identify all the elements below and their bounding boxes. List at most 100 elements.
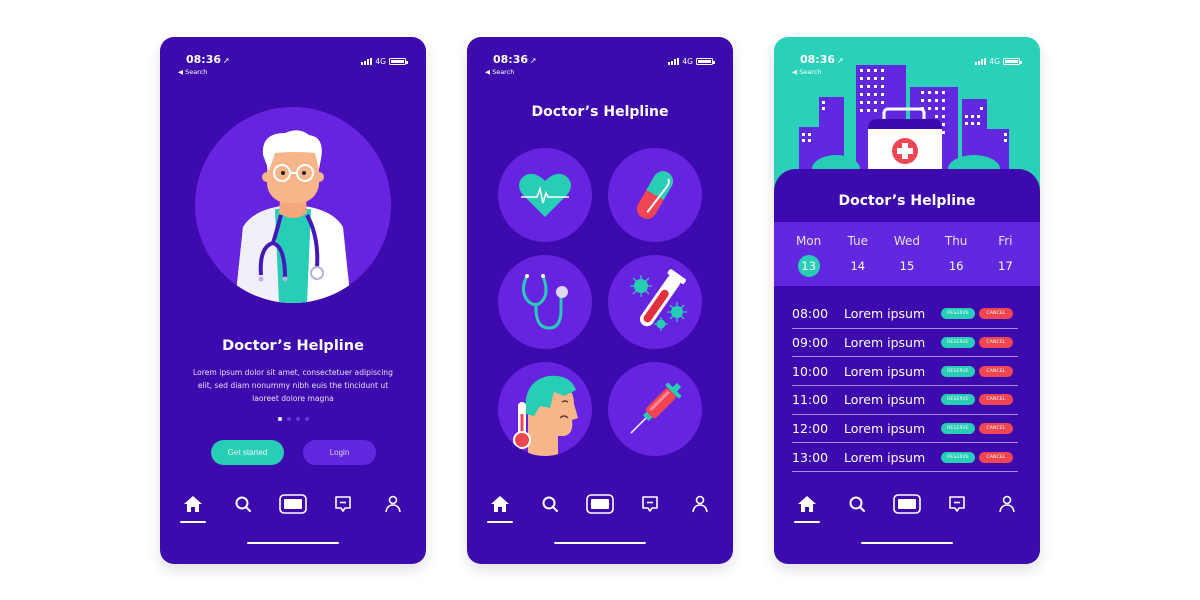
time-slot-row: 11:00 Lorem ipsum RESERVE CANCEL bbox=[792, 386, 1018, 415]
status-right: 4G bbox=[668, 57, 715, 66]
slot-label: Lorem ipsum bbox=[844, 392, 926, 408]
status-time: 08:36 ➚ bbox=[493, 53, 537, 66]
nav-card[interactable] bbox=[273, 487, 313, 521]
cancel-button[interactable]: CANCEL bbox=[979, 451, 1013, 463]
get-started-button[interactable]: Get started bbox=[211, 440, 284, 465]
home-indicator bbox=[861, 542, 953, 544]
status-bar: 08:36 ➚ ◀ Search 4G bbox=[774, 51, 1040, 81]
back-to-search[interactable]: ◀ Search bbox=[792, 68, 821, 76]
nav-search[interactable] bbox=[837, 487, 877, 521]
page-dot-3[interactable] bbox=[295, 417, 300, 421]
day-date: 16 bbox=[948, 259, 964, 273]
location-icon: ➚ bbox=[530, 56, 537, 65]
battery-icon bbox=[389, 58, 408, 65]
page-dot-2[interactable] bbox=[286, 417, 291, 421]
cancel-button[interactable]: CANCEL bbox=[979, 365, 1013, 377]
nav-search[interactable] bbox=[223, 487, 263, 521]
day-name: Thu bbox=[944, 234, 968, 248]
slot-label: Lorem ipsum bbox=[844, 306, 926, 322]
page-title: Doctor’s Helpline bbox=[222, 338, 364, 354]
heartbeat-icon bbox=[519, 173, 571, 217]
bottom-nav bbox=[467, 484, 733, 524]
user-icon bbox=[692, 495, 708, 513]
slot-time: 09:00 bbox=[792, 335, 829, 351]
signal-icon bbox=[668, 58, 680, 65]
nav-messages[interactable] bbox=[323, 487, 363, 521]
day-tue[interactable]: Tue 14 bbox=[838, 222, 878, 286]
nav-messages[interactable] bbox=[937, 487, 977, 521]
signal-icon bbox=[361, 58, 373, 65]
syringe-icon bbox=[630, 382, 682, 434]
time-slot-row: 13:00 Lorem ipsum RESERVE CANCEL bbox=[792, 443, 1018, 473]
nav-card[interactable] bbox=[887, 487, 927, 521]
tile-stethoscope[interactable] bbox=[498, 255, 592, 349]
reserve-button[interactable]: RESERVE bbox=[941, 451, 975, 463]
slot-time: 10:00 bbox=[792, 363, 829, 379]
services-screen: 08:36 ➚ ◀ Search 4G Doctor’s Helpline bbox=[467, 37, 733, 564]
login-button[interactable]: Login bbox=[303, 440, 376, 465]
nav-messages[interactable] bbox=[630, 487, 670, 521]
nav-profile[interactable] bbox=[987, 487, 1027, 521]
tile-fever[interactable] bbox=[498, 362, 592, 456]
pill-icon bbox=[637, 171, 673, 219]
network-label: 4G bbox=[375, 57, 386, 66]
reserve-button[interactable]: RESERVE bbox=[941, 365, 975, 377]
message-icon bbox=[949, 496, 965, 512]
search-icon bbox=[849, 496, 865, 512]
tile-blood-test[interactable] bbox=[608, 255, 702, 349]
battery-icon bbox=[696, 58, 715, 65]
fever-icon bbox=[513, 375, 578, 456]
nav-home[interactable] bbox=[787, 487, 827, 523]
network-label: 4G bbox=[682, 57, 693, 66]
reserve-button[interactable]: RESERVE bbox=[941, 423, 975, 435]
card-icon bbox=[279, 494, 307, 514]
page-title: Doctor’s Helpline bbox=[838, 193, 976, 209]
reserve-button[interactable]: RESERVE bbox=[941, 337, 975, 349]
stethoscope-icon bbox=[522, 274, 568, 330]
doctor-illustration bbox=[195, 107, 391, 303]
nav-home[interactable] bbox=[173, 487, 213, 523]
location-icon: ➚ bbox=[837, 56, 844, 65]
slot-label: Lorem ipsum bbox=[844, 421, 926, 437]
search-icon bbox=[542, 496, 558, 512]
page-dot-1[interactable] bbox=[277, 417, 282, 421]
tile-pill[interactable] bbox=[608, 148, 702, 242]
tile-heartbeat[interactable] bbox=[498, 148, 592, 242]
time-text: 08:36 bbox=[800, 53, 836, 66]
nav-profile[interactable] bbox=[373, 487, 413, 521]
page-title: Doctor’s Helpline bbox=[531, 104, 669, 120]
user-icon bbox=[385, 495, 401, 513]
day-date: 17 bbox=[998, 259, 1013, 273]
cancel-button[interactable]: CANCEL bbox=[979, 423, 1013, 435]
nav-home[interactable] bbox=[480, 487, 520, 523]
home-icon bbox=[798, 496, 816, 512]
slot-label: Lorem ipsum bbox=[844, 335, 926, 351]
slot-label: Lorem ipsum bbox=[844, 449, 926, 465]
nav-search[interactable] bbox=[530, 487, 570, 521]
day-fri[interactable]: Fri 17 bbox=[985, 222, 1025, 286]
status-time: 08:36 ➚ bbox=[800, 53, 844, 66]
time-text: 08:36 bbox=[186, 53, 222, 66]
page-dot-4[interactable] bbox=[304, 417, 309, 421]
slot-label: Lorem ipsum bbox=[844, 363, 926, 379]
day-wed[interactable]: Wed 15 bbox=[887, 222, 927, 286]
page-indicator[interactable] bbox=[160, 417, 426, 421]
back-to-search[interactable]: ◀ Search bbox=[178, 68, 207, 76]
reserve-button[interactable]: RESERVE bbox=[941, 394, 975, 406]
day-thu[interactable]: Thu 16 bbox=[936, 222, 976, 286]
cancel-button[interactable]: CANCEL bbox=[979, 337, 1013, 349]
nav-card[interactable] bbox=[580, 487, 620, 521]
cancel-button[interactable]: CANCEL bbox=[979, 308, 1013, 320]
tile-syringe[interactable] bbox=[608, 362, 702, 456]
reserve-button[interactable]: RESERVE bbox=[941, 308, 975, 320]
slot-time: 13:00 bbox=[792, 449, 829, 465]
slot-time: 11:00 bbox=[792, 392, 829, 408]
slot-time: 08:00 bbox=[792, 306, 829, 322]
cancel-button[interactable]: CANCEL bbox=[979, 394, 1013, 406]
status-time: 08:36 ➚ bbox=[186, 53, 230, 66]
nav-profile[interactable] bbox=[680, 487, 720, 521]
card-icon bbox=[893, 494, 921, 514]
back-to-search[interactable]: ◀ Search bbox=[485, 68, 514, 76]
time-slot-row: 09:00 Lorem ipsum RESERVE CANCEL bbox=[792, 329, 1018, 358]
day-mon[interactable]: Mon 13 bbox=[789, 222, 829, 286]
